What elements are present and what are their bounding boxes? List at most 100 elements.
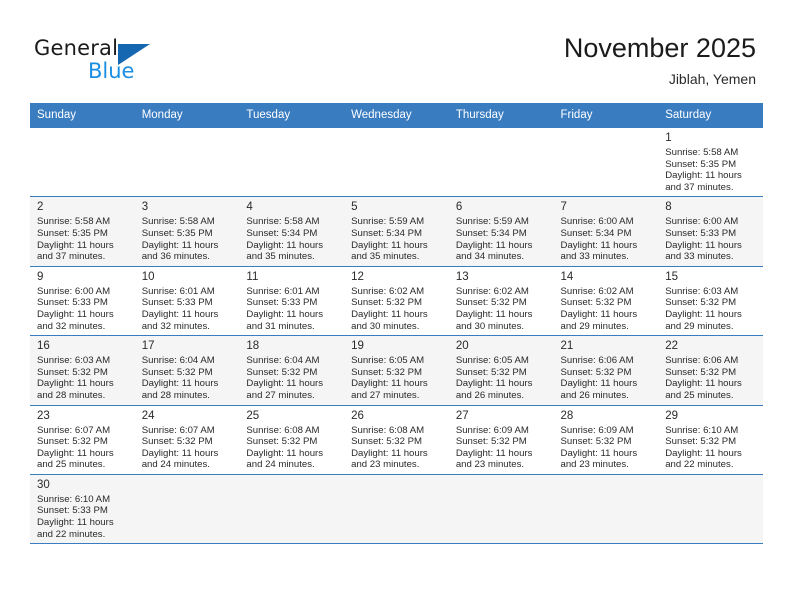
calendar-table: Sunday Monday Tuesday Wednesday Thursday… xyxy=(30,103,763,545)
calendar-day-cell[interactable]: 14 Sunrise: 6:02 AM Sunset: 5:32 PM Dayligh… xyxy=(553,265,659,336)
calendar-day-cell[interactable]: 9 Sunrise: 6:00 AM Sunset: 5:33 PM Daylight… xyxy=(30,265,135,336)
calendar-day-cell-empty xyxy=(448,126,554,197)
day-sun-info: Sunrise: 6:06 AM Sunset: 5:32 PM Daylight:… xyxy=(554,355,659,404)
calendar-header-row: Sunday Monday Tuesday Wednesday Thursday… xyxy=(30,103,763,128)
sunrise-text: Sunrise: 5:58 AM xyxy=(141,216,215,228)
day-number: 8 xyxy=(665,201,672,214)
calendar-day-cell[interactable]: 28 Sunrise: 6:09 AM Sunset: 5:32 PM Dayligh… xyxy=(553,404,659,475)
sunset-text: Sunset: 5:35 PM xyxy=(37,227,108,239)
daylight-text: Daylight: 11 hours and 27 minutes. xyxy=(246,378,324,401)
daylight-text: Daylight: 11 hours and 30 minutes. xyxy=(455,308,533,332)
title-block: November 2025 Jiblah, Yemen xyxy=(564,32,756,89)
calendar-day-cell[interactable]: 5 Sunrise: 5:59 AM Sunset: 5:34 PM Daylight… xyxy=(344,196,449,267)
sunset-text: Sunset: 5:32 PM xyxy=(455,366,527,378)
calendar-day-cell[interactable]: 25 Sunrise: 6:08 AM Sunset: 5:32 PM Dayligh… xyxy=(239,404,345,475)
daylight-text: Daylight: 11 hours and 35 minutes. xyxy=(351,239,428,263)
calendar-week-row: 2 Sunrise: 5:58 AM Sunset: 5:35 PM Daylight… xyxy=(30,196,763,267)
calendar-day-cell[interactable]: 21 Sunrise: 6:06 AM Sunset: 5:32 PM Dayligh… xyxy=(553,335,659,405)
calendar-day-cell-empty xyxy=(344,126,449,197)
daylight-text: Daylight: 11 hours and 23 minutes. xyxy=(560,447,638,471)
calendar-day-cell[interactable]: 22 Sunrise: 6:06 AM Sunset: 5:32 PM Dayligh… xyxy=(658,335,763,405)
general-blue-logo[interactable]: General Blue xyxy=(34,36,214,84)
daylight-text: Daylight: 11 hours and 33 minutes. xyxy=(560,239,638,263)
calendar-day-cell[interactable]: 19 Sunrise: 6:05 AM Sunset: 5:32 PM Dayligh… xyxy=(344,335,449,405)
day-number: 10 xyxy=(141,270,155,283)
calendar-day-cell[interactable]: 17 Sunrise: 6:04 AM Sunset: 5:32 PM Dayligh… xyxy=(134,335,240,405)
sunrise-text: Sunrise: 6:03 AM xyxy=(37,355,111,367)
calendar-day-cell[interactable]: 16 Sunrise: 6:03 AM Sunset: 5:32 PM Dayligh… xyxy=(30,335,135,405)
day-sun-info: Sunrise: 6:00 AM Sunset: 5:33 PM Daylight:… xyxy=(30,286,135,335)
calendar-day-cell[interactable]: 24 Sunrise: 6:07 AM Sunset: 5:32 PM Dayligh… xyxy=(134,404,240,475)
sunrise-text: Sunrise: 6:05 AM xyxy=(351,355,425,367)
sunrise-text: Sunrise: 6:10 AM xyxy=(665,424,739,436)
sunrise-text: Sunrise: 6:00 AM xyxy=(37,285,111,297)
calendar-day-cell[interactable]: 15 Sunrise: 6:03 AM Sunset: 5:32 PM Dayligh… xyxy=(658,265,763,336)
sunset-text: Sunset: 5:32 PM xyxy=(560,366,632,378)
sunrise-text: Sunrise: 5:59 AM xyxy=(455,216,529,228)
day-sun-info: Sunrise: 6:06 AM Sunset: 5:32 PM Daylight:… xyxy=(658,355,763,404)
weekday-header-saturday: Saturday xyxy=(658,103,763,128)
calendar-day-cell[interactable]: 18 Sunrise: 6:04 AM Sunset: 5:32 PM Dayligh… xyxy=(239,335,345,405)
weekday-header-friday: Friday xyxy=(553,103,659,128)
sunset-text: Sunset: 5:32 PM xyxy=(455,297,527,309)
daylight-text: Daylight: 11 hours and 33 minutes. xyxy=(665,239,742,263)
calendar-day-cell[interactable]: 13 Sunrise: 6:02 AM Sunset: 5:32 PM Dayligh… xyxy=(448,265,554,336)
daylight-text: Daylight: 11 hours and 32 minutes. xyxy=(141,308,219,332)
calendar-day-cell[interactable]: 8 Sunrise: 6:00 AM Sunset: 5:33 PM Daylight… xyxy=(658,196,763,267)
calendar-day-cell[interactable]: 2 Sunrise: 5:58 AM Sunset: 5:35 PM Daylight… xyxy=(30,196,135,267)
sunrise-text: Sunrise: 6:02 AM xyxy=(455,285,529,297)
calendar-day-cell[interactable]: 4 Sunrise: 5:58 AM Sunset: 5:34 PM Daylight… xyxy=(239,196,345,267)
sunset-text: Sunset: 5:33 PM xyxy=(37,505,108,517)
sunset-text: Sunset: 5:32 PM xyxy=(246,366,318,378)
sunrise-text: Sunrise: 6:02 AM xyxy=(560,285,634,297)
day-sun-info: Sunrise: 6:10 AM Sunset: 5:33 PM Daylight:… xyxy=(30,494,135,543)
calendar-day-cell[interactable]: 6 Sunrise: 5:59 AM Sunset: 5:34 PM Daylight… xyxy=(448,196,554,267)
day-sun-info: Sunrise: 6:00 AM Sunset: 5:33 PM Daylight:… xyxy=(658,216,763,265)
calendar-day-cell[interactable]: 10 Sunrise: 6:01 AM Sunset: 5:33 PM Dayligh… xyxy=(134,265,240,336)
calendar-day-cell[interactable]: 29 Sunrise: 6:10 AM Sunset: 5:32 PM Dayligh… xyxy=(658,404,763,475)
sunset-text: Sunset: 5:32 PM xyxy=(455,436,527,448)
weekday-header-sunday: Sunday xyxy=(30,103,135,128)
daylight-text: Daylight: 11 hours and 29 minutes. xyxy=(560,308,638,332)
calendar-day-cell-empty xyxy=(239,473,345,545)
daylight-text: Daylight: 11 hours and 36 minutes. xyxy=(141,239,219,263)
sunset-text: Sunset: 5:34 PM xyxy=(351,227,423,239)
calendar-day-cell[interactable]: 11 Sunrise: 6:01 AM Sunset: 5:33 PM Dayligh… xyxy=(239,265,345,336)
sunset-text: Sunset: 5:34 PM xyxy=(455,227,527,239)
sunrise-text: Sunrise: 6:01 AM xyxy=(246,285,320,297)
calendar-day-cell[interactable]: 7 Sunrise: 6:00 AM Sunset: 5:34 PM Daylight… xyxy=(553,196,659,267)
calendar-day-cell-empty xyxy=(134,473,240,545)
day-sun-info: Sunrise: 5:58 AM Sunset: 5:35 PM Daylight:… xyxy=(30,216,135,265)
calendar-week-row: 9 Sunrise: 6:00 AM Sunset: 5:33 PM Daylight… xyxy=(30,265,763,336)
day-number: 18 xyxy=(246,340,260,353)
day-number: 16 xyxy=(37,340,50,353)
day-sun-info: Sunrise: 5:58 AM Sunset: 5:35 PM Daylight:… xyxy=(135,216,240,265)
calendar-day-cell[interactable]: 3 Sunrise: 5:58 AM Sunset: 5:35 PM Daylight… xyxy=(134,196,240,267)
calendar-day-cell[interactable]: 12 Sunrise: 6:02 AM Sunset: 5:32 PM Dayligh… xyxy=(344,265,449,336)
day-number: 13 xyxy=(455,270,469,283)
sunrise-text: Sunrise: 5:58 AM xyxy=(246,216,320,228)
page-header: General Blue November 2025 Jiblah, Yemen xyxy=(0,0,792,103)
day-sun-info: Sunrise: 5:58 AM Sunset: 5:35 PM Daylight:… xyxy=(658,147,763,196)
calendar-day-cell[interactable]: 20 Sunrise: 6:05 AM Sunset: 5:32 PM Dayligh… xyxy=(448,335,554,405)
logo-text-general: General xyxy=(34,36,119,60)
daylight-text: Daylight: 11 hours and 37 minutes. xyxy=(37,239,114,263)
daylight-text: Daylight: 11 hours and 28 minutes. xyxy=(141,378,219,401)
daylight-text: Daylight: 11 hours and 37 minutes. xyxy=(665,170,742,193)
day-sun-info: Sunrise: 6:03 AM Sunset: 5:32 PM Daylight:… xyxy=(658,286,763,335)
day-number: 17 xyxy=(141,340,155,353)
calendar-day-cell[interactable]: 30 Sunrise: 6:10 AM Sunset: 5:33 PM Dayligh… xyxy=(30,473,135,545)
calendar-day-cell[interactable]: 27 Sunrise: 6:09 AM Sunset: 5:32 PM Dayligh… xyxy=(448,404,554,475)
calendar-day-cell[interactable]: 26 Sunrise: 6:08 AM Sunset: 5:32 PM Dayligh… xyxy=(344,404,449,475)
day-sun-info: Sunrise: 5:59 AM Sunset: 5:34 PM Daylight:… xyxy=(449,216,554,265)
sunset-text: Sunset: 5:32 PM xyxy=(141,366,213,378)
daylight-text: Daylight: 11 hours and 32 minutes. xyxy=(37,308,114,332)
calendar-day-cell-empty xyxy=(239,126,345,197)
sunrise-text: Sunrise: 6:09 AM xyxy=(560,424,634,436)
day-number: 11 xyxy=(246,270,259,283)
sunset-text: Sunset: 5:33 PM xyxy=(665,227,737,239)
calendar-day-cell-empty xyxy=(344,473,449,545)
day-number: 20 xyxy=(455,340,469,353)
calendar-day-cell[interactable]: 1 Sunrise: 5:58 AM Sunset: 5:35 PM Daylight… xyxy=(658,126,763,197)
calendar-day-cell[interactable]: 23 Sunrise: 6:07 AM Sunset: 5:32 PM Dayligh… xyxy=(30,404,135,475)
